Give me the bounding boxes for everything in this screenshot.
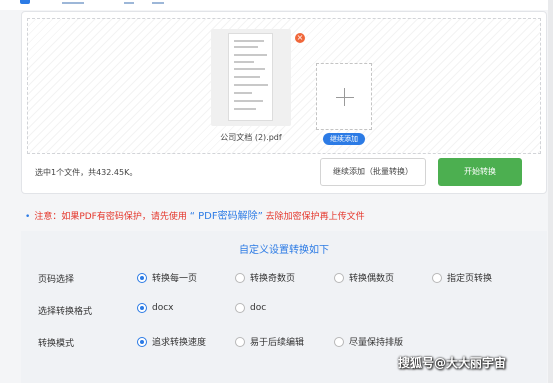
upload-card: × 公司文档 (2).pdf 继续添加 选中1个文件，共432.45K。 继续添… bbox=[21, 11, 547, 194]
start-convert-button[interactable]: 开始转换 bbox=[438, 158, 522, 186]
radio-selected-icon bbox=[137, 272, 147, 283]
radio-docx[interactable]: docx bbox=[137, 303, 174, 313]
radio-selected-icon bbox=[137, 336, 147, 347]
radio-speed[interactable]: 追求转换速度 bbox=[137, 335, 206, 348]
pdf-page-preview bbox=[228, 33, 273, 121]
option-label: 追求转换速度 bbox=[152, 338, 207, 348]
file-thumbnail[interactable] bbox=[211, 29, 291, 126]
option-label: 转换奇数页 bbox=[250, 274, 296, 284]
radio-doc[interactable]: doc bbox=[235, 303, 266, 313]
option-label-fragment bbox=[124, 2, 134, 4]
option-label: 尽量保持排版 bbox=[349, 338, 404, 348]
page-selection-label: 页码选择 bbox=[38, 275, 75, 285]
mode-label: 转换模式 bbox=[38, 339, 75, 349]
option-label-fragment bbox=[152, 2, 164, 4]
option-label: 转换每一页 bbox=[152, 274, 198, 284]
radio-even-pages[interactable]: 转换偶数页 bbox=[334, 271, 394, 284]
scrollbar[interactable] bbox=[548, 0, 553, 383]
notice-suffix: 去除加密保护再上传文件 bbox=[265, 212, 365, 222]
radio-icon bbox=[235, 336, 245, 347]
bullet-icon: • bbox=[25, 212, 31, 222]
option-label: 易于后续编辑 bbox=[250, 338, 305, 348]
radio-keep-layout[interactable]: 尽量保持排版 bbox=[334, 335, 403, 348]
radio-editable[interactable]: 易于后续编辑 bbox=[235, 335, 304, 348]
pdf-unlock-link[interactable]: “ PDF密码解除” bbox=[190, 211, 263, 222]
notice-prefix: 注意：如果PDF有密码保护，请先使用 bbox=[34, 212, 187, 222]
continue-add-tag[interactable]: 继续添加 bbox=[323, 133, 365, 145]
option-label: 指定页转换 bbox=[447, 274, 493, 284]
selection-status: 选中1个文件，共432.45K。 bbox=[35, 168, 138, 177]
radio-icon bbox=[432, 272, 442, 283]
password-notice: • 注意：如果PDF有密码保护，请先使用 “ PDF密码解除” 去除加密保护再上传… bbox=[25, 207, 365, 222]
remove-file-icon[interactable]: × bbox=[295, 33, 305, 43]
radio-specific-pages[interactable]: 指定页转换 bbox=[432, 271, 492, 284]
radio-every-page[interactable]: 转换每一页 bbox=[137, 271, 197, 284]
format-label: 选择转换格式 bbox=[38, 307, 93, 317]
batch-add-button[interactable]: 继续添加（批量转换） bbox=[320, 158, 426, 186]
settings-title: 自定义设置转换如下 bbox=[239, 245, 329, 256]
radio-selected-icon bbox=[137, 303, 147, 313]
option-label-fragment bbox=[62, 2, 84, 4]
option-label: doc bbox=[250, 303, 267, 313]
file-name: 公司文档 (2).pdf bbox=[220, 133, 282, 142]
radio-odd-pages[interactable]: 转换奇数页 bbox=[235, 271, 295, 284]
radio-icon bbox=[235, 303, 245, 313]
radio-icon bbox=[334, 272, 344, 283]
add-file-box[interactable] bbox=[316, 63, 372, 130]
file-dropzone[interactable]: × 公司文档 (2).pdf 继续添加 bbox=[27, 18, 541, 154]
watermark: 搜狐号@大大丽宇宙 bbox=[398, 356, 507, 370]
top-strip bbox=[0, 0, 553, 10]
radio-icon bbox=[235, 272, 245, 283]
select-all-checkbox[interactable] bbox=[20, 0, 30, 4]
radio-icon bbox=[334, 336, 344, 347]
option-label: docx bbox=[152, 303, 174, 313]
plus-icon bbox=[336, 97, 354, 98]
option-label: 转换偶数页 bbox=[349, 274, 395, 284]
